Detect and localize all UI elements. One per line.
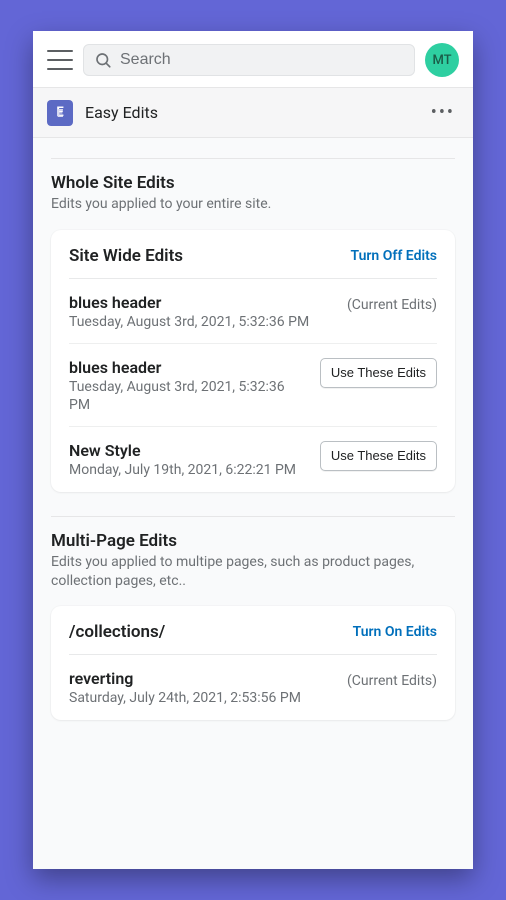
- topbar: MT: [33, 31, 473, 87]
- card-title: /collections/: [69, 622, 165, 642]
- section-title-whole-site: Whole Site Edits: [51, 173, 455, 193]
- current-edits-badge: (Current Edits): [347, 293, 437, 315]
- divider: [51, 516, 455, 517]
- app-frame: MT E Easy Edits ••• Whole Site Edits Edi…: [33, 31, 473, 869]
- edit-row[interactable]: blues header Tuesday, August 3rd, 2021, …: [51, 279, 455, 343]
- edit-date: Tuesday, August 3rd, 2021, 5:32:36 PM: [69, 313, 335, 331]
- avatar[interactable]: MT: [425, 43, 459, 77]
- edit-info: New Style Monday, July 19th, 2021, 6:22:…: [69, 441, 308, 479]
- current-edits-badge: (Current Edits): [347, 669, 437, 691]
- app-icon: E: [47, 100, 73, 126]
- turn-on-edits-link[interactable]: Turn On Edits: [353, 624, 437, 640]
- edit-info: blues header Tuesday, August 3rd, 2021, …: [69, 293, 335, 331]
- search-input[interactable]: [120, 51, 404, 69]
- more-icon[interactable]: •••: [427, 98, 459, 127]
- edit-date: Saturday, July 24th, 2021, 2:53:56 PM: [69, 689, 335, 707]
- section-subtitle-whole-site: Edits you applied to your entire site.: [51, 195, 455, 214]
- card-header: /collections/ Turn On Edits: [51, 606, 455, 654]
- appbar: E Easy Edits •••: [33, 87, 473, 138]
- card-title: Site Wide Edits: [69, 246, 183, 266]
- edit-name: blues header: [69, 358, 308, 377]
- search-icon: [94, 51, 112, 69]
- turn-off-edits-link[interactable]: Turn Off Edits: [351, 248, 438, 264]
- hamburger-icon[interactable]: [47, 50, 73, 70]
- card-site-wide: Site Wide Edits Turn Off Edits blues hea…: [51, 230, 455, 492]
- edit-row[interactable]: blues header Tuesday, August 3rd, 2021, …: [51, 344, 455, 426]
- use-these-edits-button[interactable]: Use These Edits: [320, 358, 437, 388]
- edit-row[interactable]: reverting Saturday, July 24th, 2021, 2:5…: [51, 655, 455, 719]
- edit-info: reverting Saturday, July 24th, 2021, 2:5…: [69, 669, 335, 707]
- edit-info: blues header Tuesday, August 3rd, 2021, …: [69, 358, 308, 414]
- edit-date: Monday, July 19th, 2021, 6:22:21 PM: [69, 461, 308, 479]
- card-header: Site Wide Edits Turn Off Edits: [51, 230, 455, 278]
- edit-row[interactable]: New Style Monday, July 19th, 2021, 6:22:…: [51, 427, 455, 491]
- card-collections: /collections/ Turn On Edits reverting Sa…: [51, 606, 455, 719]
- search-field[interactable]: [83, 44, 415, 76]
- edit-name: New Style: [69, 441, 308, 460]
- divider: [51, 158, 455, 159]
- section-title-multi-page: Multi-Page Edits: [51, 531, 455, 551]
- content: Whole Site Edits Edits you applied to yo…: [33, 138, 473, 869]
- edit-name: reverting: [69, 669, 335, 688]
- edit-date: Tuesday, August 3rd, 2021, 5:32:36 PM: [69, 378, 308, 414]
- use-these-edits-button[interactable]: Use These Edits: [320, 441, 437, 471]
- app-title: Easy Edits: [85, 103, 415, 122]
- section-subtitle-multi-page: Edits you applied to multipe pages, such…: [51, 553, 455, 591]
- edit-name: blues header: [69, 293, 335, 312]
